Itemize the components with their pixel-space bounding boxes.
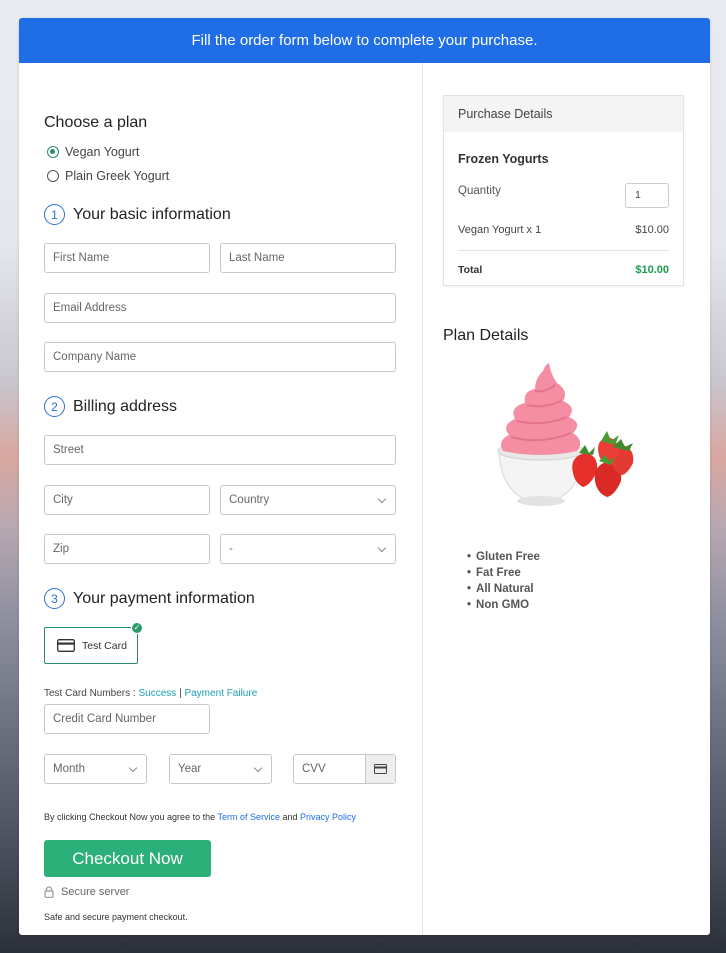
email-field[interactable]: Email Address	[44, 293, 396, 323]
company-field[interactable]: Company Name	[44, 342, 396, 372]
link-separator: |	[179, 688, 182, 699]
section-billing: 2 Billing address	[44, 396, 177, 417]
section-title: Your basic information	[73, 205, 231, 223]
country-select[interactable]: Country	[220, 485, 396, 515]
checkmark-icon: ✓	[131, 622, 143, 634]
order-form-card: Fill the order form below to complete yo…	[19, 18, 710, 935]
street-field[interactable]: Street	[44, 435, 396, 465]
terms-of-service-link[interactable]: Term of Service	[217, 812, 280, 822]
feature-item: Non GMO	[467, 597, 540, 613]
plan-option-vegan[interactable]: Vegan Yogurt	[47, 145, 139, 159]
line-item-price: $10.00	[635, 224, 669, 236]
test-card-label: Test Card	[82, 639, 127, 652]
purchase-details-box: Purchase Details Frozen Yogurts Quantity…	[443, 95, 684, 286]
section-payment: 3 Your payment information	[44, 588, 255, 609]
line-item-name: Vegan Yogurt x 1	[458, 224, 542, 236]
plan-option-greek[interactable]: Plain Greek Yogurt	[47, 169, 169, 183]
cvv-placeholder: CVV	[302, 763, 326, 775]
privacy-policy-link[interactable]: Privacy Policy	[300, 812, 356, 822]
form-column: Choose a plan Vegan Yogurt Plain Greek Y…	[19, 63, 423, 935]
feature-item: Fat Free	[467, 565, 540, 581]
terms-and: and	[282, 812, 298, 822]
section-title: Your payment information	[73, 589, 255, 607]
product-name: Frozen Yogurts	[458, 152, 549, 166]
last-name-field[interactable]: Last Name	[220, 243, 396, 273]
first-name-field[interactable]: First Name	[44, 243, 210, 273]
state-select[interactable]: -	[220, 534, 396, 564]
terms-text: By clicking Checkout Now you agree to th…	[44, 812, 356, 822]
strawberry-group	[572, 431, 634, 497]
cvv-card-icon	[365, 755, 395, 783]
frozen-yogurt-image	[497, 363, 634, 506]
city-field[interactable]: City	[44, 485, 210, 515]
test-card-numbers: Test Card Numbers : Success | Payment Fa…	[44, 688, 257, 699]
secure-note: Safe and secure payment checkout.	[44, 912, 188, 922]
payment-failure-link[interactable]: Payment Failure	[184, 688, 257, 699]
section-title: Billing address	[73, 397, 178, 415]
radio-selected-icon[interactable]	[47, 146, 59, 158]
plan-option-label: Vegan Yogurt	[65, 145, 140, 159]
lock-icon	[44, 886, 54, 898]
choose-plan-title: Choose a plan	[44, 114, 148, 131]
step-number: 3	[44, 588, 65, 609]
feature-item: Gluten Free	[467, 549, 540, 565]
credit-card-number-field[interactable]: Credit Card Number	[44, 704, 210, 734]
checkout-now-button[interactable]: Checkout Now	[44, 840, 211, 877]
feature-list: Gluten Free Fat Free All Natural Non GMO	[467, 549, 540, 613]
test-card-numbers-label: Test Card Numbers :	[44, 688, 136, 699]
plan-option-label: Plain Greek Yogurt	[65, 169, 170, 183]
total-value: $10.00	[635, 264, 669, 276]
total-label: Total	[458, 264, 483, 276]
feature-item: All Natural	[467, 581, 540, 597]
success-link[interactable]: Success	[138, 688, 176, 699]
cvv-field[interactable]: CVV	[293, 754, 396, 784]
plan-details-title: Plan Details	[443, 327, 529, 344]
step-number: 2	[44, 396, 65, 417]
section-basic-info: 1 Your basic information	[44, 204, 231, 225]
quantity-label: Quantity	[458, 185, 501, 197]
purchase-details-heading: Purchase Details	[444, 96, 683, 132]
credit-card-icon	[57, 639, 75, 652]
secure-server-label: Secure server	[61, 886, 130, 898]
terms-prefix: By clicking Checkout Now you agree to th…	[44, 812, 216, 822]
month-select[interactable]: Month	[44, 754, 147, 784]
summary-column: Purchase Details Frozen Yogurts Quantity…	[423, 63, 710, 935]
secure-server: Secure server	[44, 886, 129, 898]
test-card-option[interactable]: Test Card ✓	[44, 622, 143, 664]
step-number: 1	[44, 204, 65, 225]
radio-icon[interactable]	[47, 170, 59, 182]
zip-field[interactable]: Zip	[44, 534, 210, 564]
header-banner: Fill the order form below to complete yo…	[19, 18, 710, 63]
year-select[interactable]: Year	[169, 754, 272, 784]
quantity-input[interactable]: 1	[625, 183, 669, 208]
divider	[458, 250, 669, 251]
